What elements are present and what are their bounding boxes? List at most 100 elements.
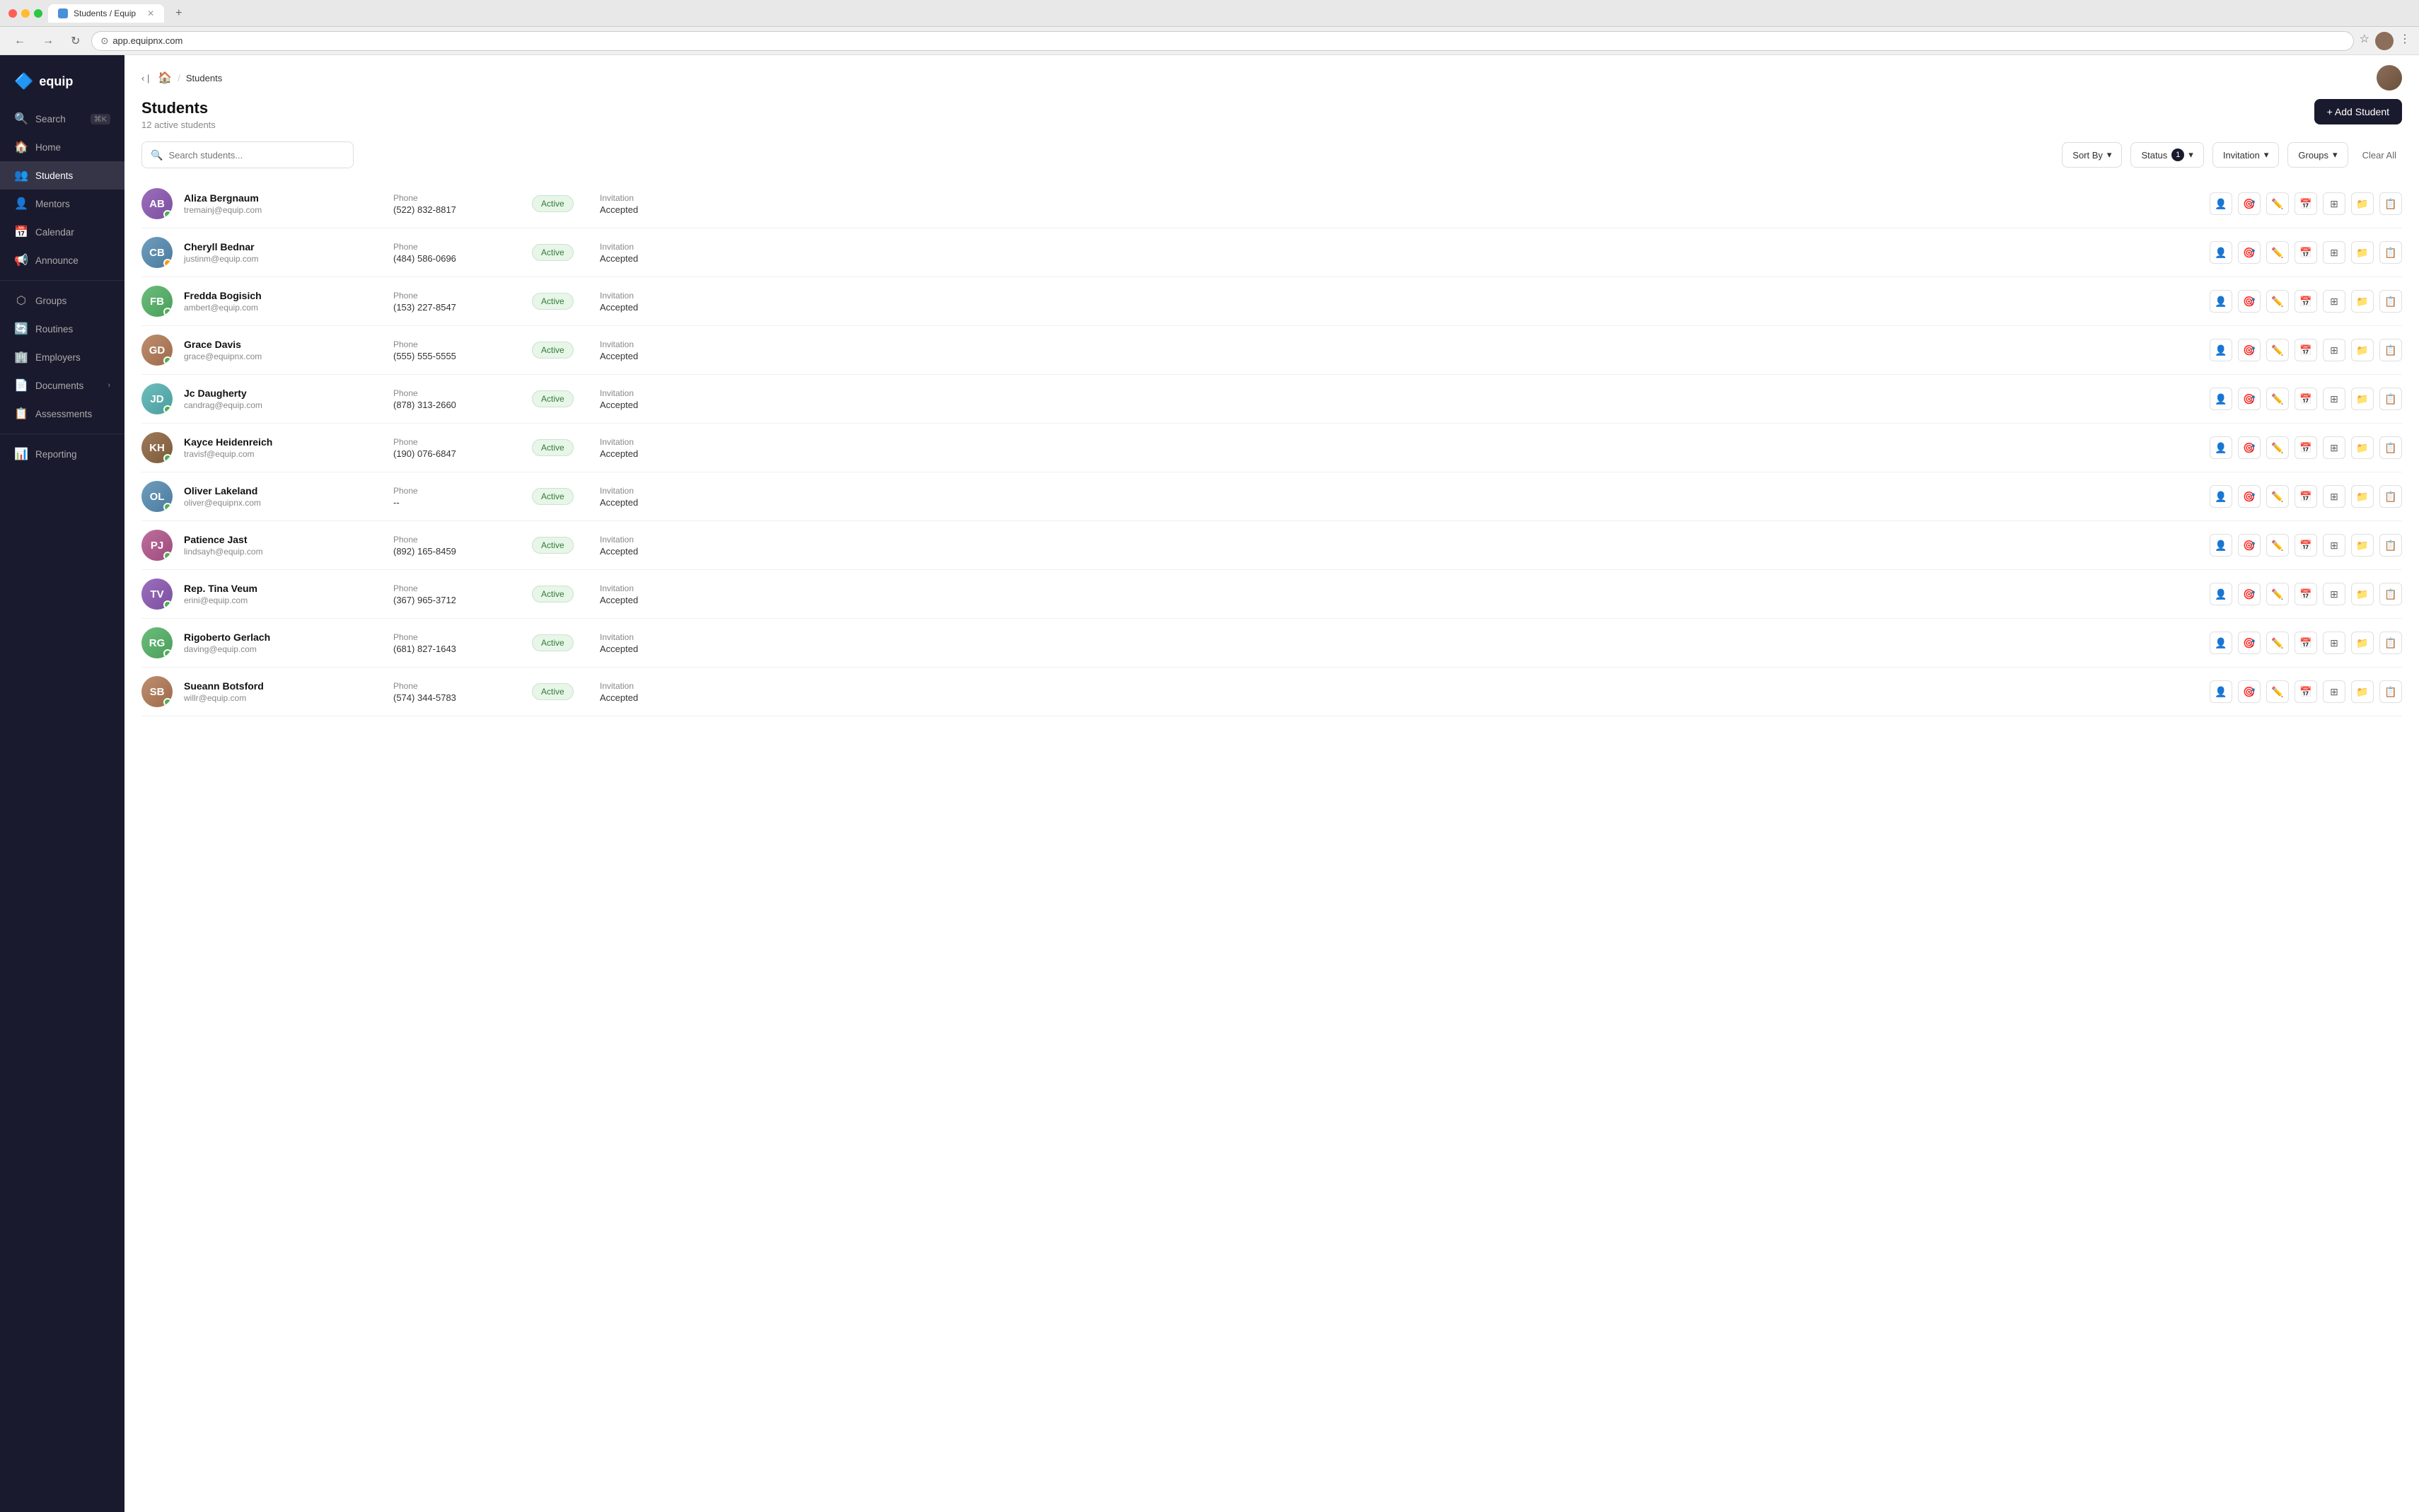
sort-by-button[interactable]: Sort By ▾ (2062, 142, 2122, 168)
grid-icon-button[interactable]: ⊞ (2323, 632, 2345, 654)
goals-icon-button[interactable]: 🎯 (2238, 583, 2261, 605)
edit-icon-button[interactable]: ✏️ (2266, 339, 2289, 361)
calendar-icon-button[interactable]: 📅 (2295, 436, 2317, 459)
student-name[interactable]: Oliver Lakeland (184, 485, 382, 496)
sidebar-item-students[interactable]: 👥 Students (0, 161, 124, 190)
calendar-icon-button[interactable]: 📅 (2295, 339, 2317, 361)
calendar-icon-button[interactable]: 📅 (2295, 534, 2317, 557)
goals-icon-button[interactable]: 🎯 (2238, 632, 2261, 654)
status-filter-button[interactable]: Status 1 ▾ (2130, 142, 2203, 168)
edit-icon-button[interactable]: ✏️ (2266, 290, 2289, 313)
add-student-button[interactable]: + Add Student (2314, 99, 2402, 124)
checklist-icon-button[interactable]: 📋 (2379, 632, 2402, 654)
checklist-icon-button[interactable]: 📋 (2379, 583, 2402, 605)
student-avatar[interactable]: OL (141, 481, 173, 512)
profile-icon-button[interactable]: 👤 (2210, 632, 2232, 654)
goals-icon-button[interactable]: 🎯 (2238, 192, 2261, 215)
student-name[interactable]: Patience Jast (184, 534, 382, 545)
grid-icon-button[interactable]: ⊞ (2323, 339, 2345, 361)
goals-icon-button[interactable]: 🎯 (2238, 339, 2261, 361)
sidebar-item-groups[interactable]: ⬡ Groups (0, 286, 124, 315)
student-avatar[interactable]: SB (141, 676, 173, 707)
goals-icon-button[interactable]: 🎯 (2238, 436, 2261, 459)
back-button[interactable]: ← (8, 32, 31, 50)
student-avatar[interactable]: GD (141, 335, 173, 366)
calendar-icon-button[interactable]: 📅 (2295, 290, 2317, 313)
sidebar-item-documents[interactable]: 📄 Documents › (0, 371, 124, 400)
student-name[interactable]: Rep. Tina Veum (184, 583, 382, 594)
goals-icon-button[interactable]: 🎯 (2238, 680, 2261, 703)
student-name[interactable]: Grace Davis (184, 339, 382, 350)
tab-close-icon[interactable]: ✕ (147, 8, 154, 18)
calendar-icon-button[interactable]: 📅 (2295, 192, 2317, 215)
goals-icon-button[interactable]: 🎯 (2238, 241, 2261, 264)
groups-filter-button[interactable]: Groups ▾ (2287, 142, 2348, 168)
clear-all-button[interactable]: Clear All (2357, 150, 2402, 161)
checklist-icon-button[interactable]: 📋 (2379, 241, 2402, 264)
grid-icon-button[interactable]: ⊞ (2323, 388, 2345, 410)
grid-icon-button[interactable]: ⊞ (2323, 290, 2345, 313)
edit-icon-button[interactable]: ✏️ (2266, 241, 2289, 264)
profile-icon-button[interactable]: 👤 (2210, 680, 2232, 703)
calendar-icon-button[interactable]: 📅 (2295, 485, 2317, 508)
grid-icon-button[interactable]: ⊞ (2323, 436, 2345, 459)
edit-icon-button[interactable]: ✏️ (2266, 680, 2289, 703)
goals-icon-button[interactable]: 🎯 (2238, 485, 2261, 508)
sidebar-item-routines[interactable]: 🔄 Routines (0, 315, 124, 343)
student-name[interactable]: Jc Daugherty (184, 388, 382, 399)
refresh-button[interactable]: ↻ (65, 31, 86, 51)
folder-icon-button[interactable]: 📁 (2351, 388, 2374, 410)
folder-icon-button[interactable]: 📁 (2351, 290, 2374, 313)
folder-icon-button[interactable]: 📁 (2351, 339, 2374, 361)
sidebar-item-employers[interactable]: 🏢 Employers (0, 343, 124, 371)
grid-icon-button[interactable]: ⊞ (2323, 583, 2345, 605)
grid-icon-button[interactable]: ⊞ (2323, 485, 2345, 508)
invitation-filter-button[interactable]: Invitation ▾ (2212, 142, 2280, 168)
profile-icon-button[interactable]: 👤 (2210, 241, 2232, 264)
sidebar-item-mentors[interactable]: 👤 Mentors (0, 190, 124, 218)
student-avatar[interactable]: RG (141, 627, 173, 658)
sidebar-item-calendar[interactable]: 📅 Calendar (0, 218, 124, 246)
user-avatar-browser[interactable] (2375, 32, 2394, 50)
student-name[interactable]: Aliza Bergnaum (184, 192, 382, 204)
student-avatar[interactable]: PJ (141, 530, 173, 561)
sidebar-item-home[interactable]: 🏠 Home (0, 133, 124, 161)
sidebar-item-assessments[interactable]: 📋 Assessments (0, 400, 124, 428)
profile-icon-button[interactable]: 👤 (2210, 583, 2232, 605)
edit-icon-button[interactable]: ✏️ (2266, 632, 2289, 654)
bookmark-icon[interactable]: ☆ (2360, 32, 2369, 50)
student-avatar[interactable]: AB (141, 188, 173, 219)
search-input[interactable] (168, 150, 344, 161)
edit-icon-button[interactable]: ✏️ (2266, 388, 2289, 410)
edit-icon-button[interactable]: ✏️ (2266, 534, 2289, 557)
menu-icon[interactable]: ⋮ (2399, 32, 2411, 50)
student-avatar[interactable]: CB (141, 237, 173, 268)
profile-icon-button[interactable]: 👤 (2210, 388, 2232, 410)
student-avatar[interactable]: TV (141, 578, 173, 610)
calendar-icon-button[interactable]: 📅 (2295, 632, 2317, 654)
edit-icon-button[interactable]: ✏️ (2266, 436, 2289, 459)
profile-icon-button[interactable]: 👤 (2210, 485, 2232, 508)
folder-icon-button[interactable]: 📁 (2351, 534, 2374, 557)
sidebar-item-announce[interactable]: 📢 Announce (0, 246, 124, 274)
student-avatar[interactable]: KH (141, 432, 173, 463)
checklist-icon-button[interactable]: 📋 (2379, 192, 2402, 215)
folder-icon-button[interactable]: 📁 (2351, 680, 2374, 703)
checklist-icon-button[interactable]: 📋 (2379, 680, 2402, 703)
student-name[interactable]: Cheryll Bednar (184, 241, 382, 252)
folder-icon-button[interactable]: 📁 (2351, 241, 2374, 264)
profile-icon-button[interactable]: 👤 (2210, 534, 2232, 557)
folder-icon-button[interactable]: 📁 (2351, 632, 2374, 654)
checklist-icon-button[interactable]: 📋 (2379, 436, 2402, 459)
folder-icon-button[interactable]: 📁 (2351, 485, 2374, 508)
profile-icon-button[interactable]: 👤 (2210, 339, 2232, 361)
grid-icon-button[interactable]: ⊞ (2323, 192, 2345, 215)
folder-icon-button[interactable]: 📁 (2351, 192, 2374, 215)
student-name[interactable]: Rigoberto Gerlach (184, 632, 382, 643)
edit-icon-button[interactable]: ✏️ (2266, 583, 2289, 605)
checklist-icon-button[interactable]: 📋 (2379, 290, 2402, 313)
new-tab-button[interactable]: + (170, 7, 187, 20)
calendar-icon-button[interactable]: 📅 (2295, 388, 2317, 410)
profile-icon-button[interactable]: 👤 (2210, 436, 2232, 459)
user-profile-avatar[interactable] (2377, 65, 2402, 91)
